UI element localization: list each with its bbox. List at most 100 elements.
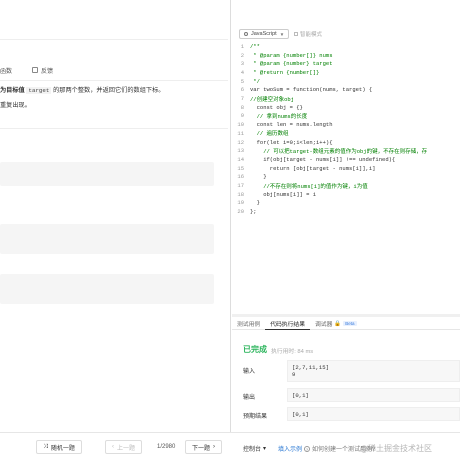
description-paragraph-2: 重复出现。 [0,102,31,109]
code-line[interactable]: 4 * @return {number[]} [232,68,320,77]
line-number: 12 [237,138,244,146]
prev-label: 上一题 [117,445,136,452]
line-number: 7 [240,95,244,103]
description-text-start: 为目标值 [0,87,25,94]
code-line[interactable]: 9 // 拿到nums的长度 [232,112,308,121]
line-number: 10 [237,121,244,129]
tab-feedback[interactable]: 反馈 [32,66,53,75]
code-line[interactable]: 8 const obj = {} [232,103,303,112]
chevron-down-icon: ▾ [263,446,267,452]
chevron-left-icon: ‹ [112,444,114,450]
tab-debugger-label: 调试器 [315,322,333,328]
problem-tabs: 函数 反馈 [0,64,73,76]
shuffle-icon: ⤨ [43,443,48,450]
lock-icon: 🔒 [334,320,342,327]
line-number: 14 [237,155,244,163]
example-block-2 [0,224,214,254]
code-text: //创建空对象obj [250,95,295,103]
example-block-3 [0,274,214,304]
code-line[interactable]: 19 } [232,199,260,208]
input-line-1: [2,7,11,15] [292,364,329,371]
code-line[interactable]: 5 */ [232,77,260,86]
code-line[interactable]: 12 for(let i=0;i<len;i++){ [232,138,332,147]
line-number: 4 [240,68,244,76]
language-select[interactable]: JavaScript ▼ [239,29,290,39]
code-text: //不存在则将nums[i]的值作为键，i为值 [250,182,368,190]
code-line[interactable]: 11 // 遍历数组 [232,129,288,138]
run-status: 已完成 [243,345,267,354]
console-label: 控制台 [243,447,262,453]
chevron-down-icon: ▼ [279,31,285,37]
input-value: [2,7,11,15] 9 [287,360,460,382]
expected-value: [0,1] [287,407,460,421]
code-line[interactable]: 18 obj[nums[i]] = i [232,190,316,199]
line-number: 17 [237,182,244,190]
exec-time: 执行用时: 84 ms [271,349,314,355]
divider [0,128,228,129]
code-line[interactable]: 20}; [232,207,257,216]
code-text: // 可以把target-数组元素的值作为obj的键，不存在则存储，存 [250,147,428,155]
code-text: * @return {number[]} [250,68,320,76]
language-icon [244,32,248,36]
fill-example-link[interactable]: 填入示例 [278,444,302,453]
watermark: @稀土掘金技术社区 [360,444,432,453]
line-number: 11 [237,129,244,137]
console-toggle[interactable]: 控制台 ▾ [243,444,266,453]
prev-question-button[interactable]: ‹ 上一题 [105,440,143,454]
tab-run-result-label: 代码执行结果 [270,321,305,328]
tab-functions[interactable]: 函数 [0,66,12,75]
line-number: 3 [240,60,244,68]
code-text: const len = nums.length [250,121,333,129]
code-text: * @param {number} target [250,60,333,68]
smart-mode-toggle[interactable]: 智能模式 [294,30,322,38]
code-text: var twoSum = function(nums, target) { [250,86,373,94]
line-number: 20 [237,208,244,216]
problem-header [0,0,228,40]
line-number: 2 [240,51,244,59]
code-text: } [250,199,260,207]
expected-label: 预期结果 [243,414,268,420]
code-line[interactable]: 1 /** [232,42,260,51]
line-number: 19 [237,199,244,207]
code-line[interactable]: 15 return [obj[target - nums[i]],i] [232,164,375,173]
example-block-1 [0,162,214,186]
tab-test-cases[interactable]: 测试用例 [232,318,265,330]
line-number: 6 [240,86,244,94]
line-number: 5 [240,77,244,85]
code-editor[interactable]: 1/** 2 * @param {number[]} nums 3 * @param… [232,42,460,314]
chevron-right-icon: › [213,444,216,450]
line-number: 9 [240,112,244,120]
input-label: 输入 [243,369,256,375]
random-label: 随机一题 [50,445,75,452]
output-label: 输出 [243,395,256,401]
code-line[interactable]: 16 } [232,173,267,182]
tab-debugger[interactable]: 调试器 🔒 Beta [310,318,362,330]
code-text: /** [250,42,260,50]
editor-toolbar: JavaScript ▼ 智能模式 [231,0,460,42]
help-icon: ? [304,445,310,452]
code-line[interactable]: 3 * @param {number} target [232,59,333,68]
code-text: */ [250,77,260,85]
code-text: }; [250,208,257,216]
random-question-button[interactable]: ⤨ 随机一题 [36,440,82,454]
next-question-button[interactable]: 下一题 › [185,440,223,454]
tab-run-result[interactable]: 代码执行结果 [265,318,310,330]
code-text: obj[nums[i]] = i [250,190,317,198]
language-label: JavaScript [251,31,277,37]
code-text: * @param {number[]} nums [250,51,333,59]
code-line[interactable]: 17 //不存在则将nums[i]的值作为键，i为值 [232,181,368,190]
code-line[interactable]: 14 if(obj[target - nums[i]] !== undefine… [232,155,395,164]
code-line[interactable]: 6 var twoSum = function(nums, target) { [232,86,372,95]
code-text: // 拿到nums的长度 [250,112,308,120]
description-text-end: 的那两个整数，并返回它们的数组下标。 [53,87,165,94]
checkbox-icon [294,32,298,36]
code-line[interactable]: 7 //创建空对象obj [232,94,294,103]
code-line[interactable]: 2 * @param {number[]} nums [232,51,333,60]
tab-test-cases-label: 测试用例 [237,322,261,328]
code-line[interactable]: 10 const len = nums.length [232,120,333,129]
problem-description: 为目标值 target 的那两个整数，并返回它们的数组下标。 重复出现。 [0,86,226,110]
line-number: 8 [240,103,244,111]
code-line[interactable]: 13 // 可以把target-数组元素的值作为obj的键，不存在则存储，存 [232,146,427,155]
code-text: } [250,173,267,181]
code-text: if(obj[target - nums[i]] !== undefined){ [250,155,396,163]
